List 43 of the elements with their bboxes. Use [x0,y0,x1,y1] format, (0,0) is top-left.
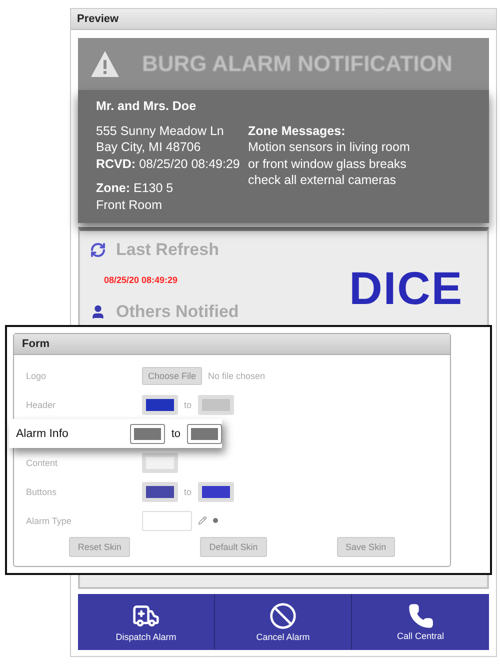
warning-icon [90,50,120,78]
pencil-icon[interactable] [198,516,207,525]
field-label: Logo [26,370,48,380]
phone-icon [408,603,434,629]
to-label: to [171,428,181,440]
received-time: RCVD: 08/25/20 08:49:29 [96,156,241,172]
panel-title: Preview [77,13,119,25]
field-label: Alarm Type [26,516,72,526]
zone-message: check all external cameras [248,172,397,188]
alarm-type-field[interactable] [142,510,192,530]
status-label: Others Notified [116,302,239,322]
file-status: No file chosen [208,370,266,380]
refresh-time: 08/25/20 08:49:29 [104,274,179,287]
to-label: to [184,486,192,496]
prohibited-icon [269,602,297,630]
choose-file-button[interactable]: Choose File [142,366,202,384]
address-line: Bay City, MI 48706 [96,139,202,156]
to-label: to [184,400,192,410]
messages-heading: Zone Messages: [248,122,346,139]
field-label: Alarm Info [16,428,70,440]
status-label: Last Refresh [116,240,219,260]
field-label: Header [26,400,57,410]
zone-code: Zone: E130 5 [96,180,174,196]
zone-message: or front window glass breaks [248,156,408,172]
refresh-icon [90,242,106,258]
logo: DICE [349,261,463,315]
field-label: Content [26,458,59,468]
action-button[interactable]: Call Central [352,594,489,650]
dot-icon [213,518,218,523]
address-line: 555 Sunny Meadow Ln [96,122,225,139]
panel-title: Form [22,338,50,350]
zone-name: Front Room [96,196,163,213]
action-button[interactable]: Cancel Alarm [215,594,352,650]
skin-button[interactable]: Reset Skin [68,537,130,557]
skin-button[interactable]: Save Skin [336,537,396,557]
action-button[interactable]: Dispatch Alarm [78,594,215,650]
customer-name: Mr. and Mrs. Doe [96,98,198,114]
field-label: Buttons [26,486,58,496]
color-picker[interactable] [186,424,222,444]
zone-message: Motion sensors in living room [248,139,411,156]
color-picker[interactable] [130,424,166,444]
person-icon [90,304,106,320]
skin-button[interactable]: Default Skin [200,537,267,557]
